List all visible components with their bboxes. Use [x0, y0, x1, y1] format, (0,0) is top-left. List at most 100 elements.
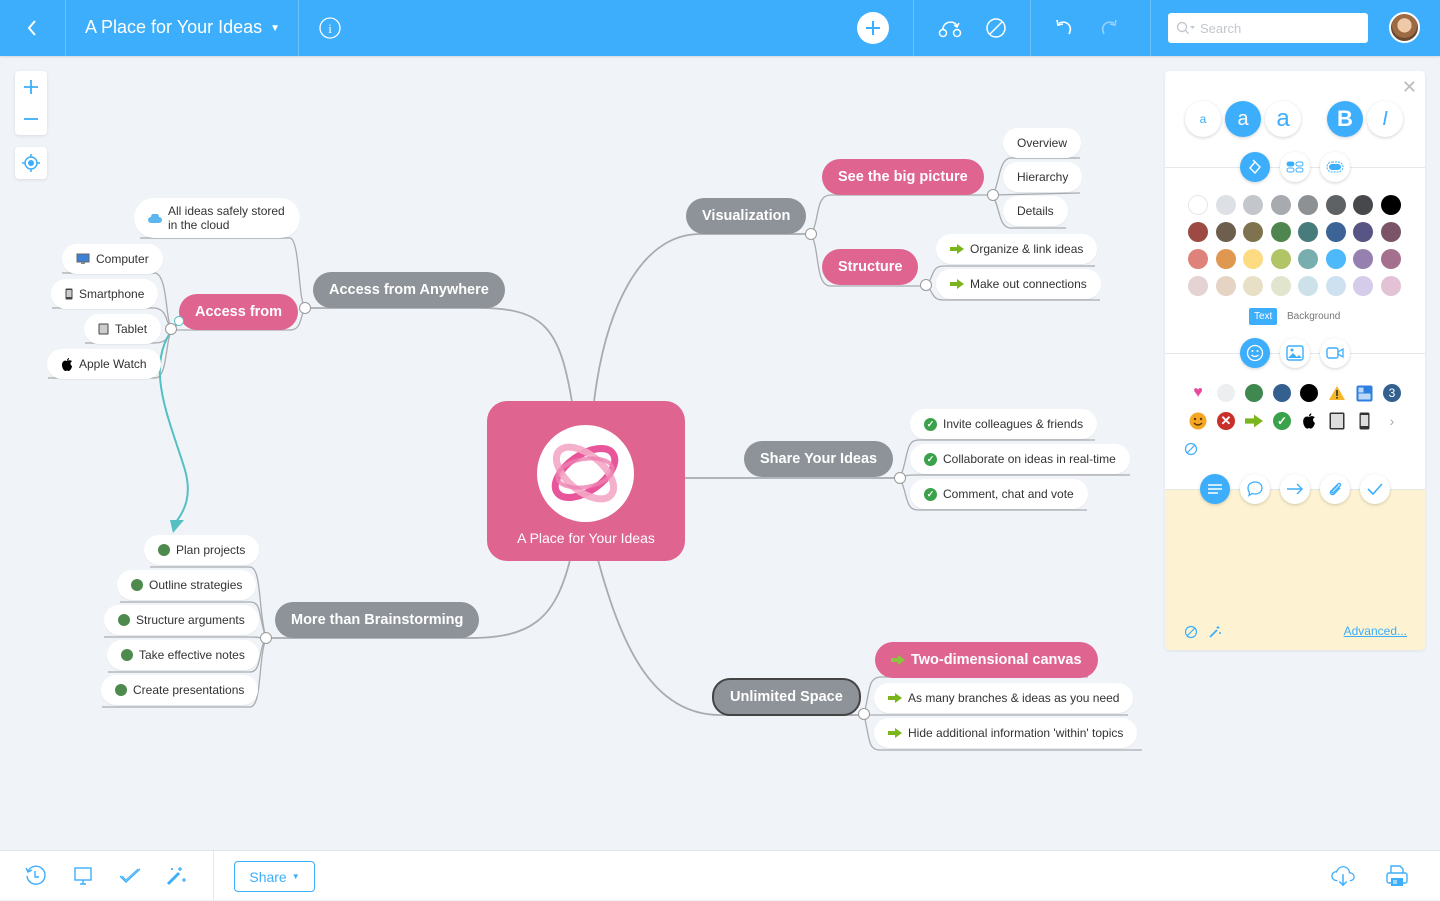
- red-x-icon[interactable]: ✕: [1216, 411, 1236, 431]
- map-title-dropdown[interactable]: A Place for Your Ideas ▼: [85, 17, 280, 38]
- warning-icon[interactable]: [1327, 383, 1347, 403]
- user-avatar[interactable]: [1389, 12, 1420, 43]
- color-swatch[interactable]: [1380, 222, 1401, 242]
- topic-structure-arguments[interactable]: Structure arguments: [104, 605, 259, 635]
- color-swatch[interactable]: [1188, 222, 1208, 242]
- chevron-right-icon[interactable]: ›: [1382, 411, 1402, 431]
- presentation-icon[interactable]: [71, 864, 95, 888]
- topic-take-notes[interactable]: Take effective notes: [107, 640, 259, 670]
- color-swatch[interactable]: [1298, 195, 1318, 215]
- undo-icon[interactable]: [1050, 14, 1078, 42]
- topic-overview[interactable]: Overview: [1003, 128, 1082, 158]
- topic-computer[interactable]: Computer: [62, 244, 163, 274]
- collapse-toggle[interactable]: [299, 302, 311, 314]
- color-swatch[interactable]: [1325, 195, 1346, 215]
- color-swatch[interactable]: [1188, 195, 1208, 215]
- collapse-toggle[interactable]: [894, 472, 906, 484]
- color-swatch[interactable]: [1325, 222, 1346, 242]
- task-button[interactable]: [1360, 474, 1390, 504]
- progress-icon[interactable]: [1354, 383, 1374, 403]
- topic-presentations[interactable]: Create presentations: [101, 675, 259, 705]
- font-size-medium-button[interactable]: a: [1225, 101, 1261, 137]
- topic-details[interactable]: Details: [1003, 196, 1068, 226]
- color-swatch[interactable]: [1188, 249, 1208, 269]
- italic-button[interactable]: I: [1367, 101, 1403, 137]
- color-swatch[interactable]: [1215, 249, 1236, 269]
- topic-smartphone[interactable]: Smartphone: [51, 279, 159, 309]
- green-check-icon[interactable]: ✓: [1272, 411, 1292, 431]
- topic-share[interactable]: Share Your Ideas: [744, 441, 894, 477]
- paint-bucket-button[interactable]: [1240, 152, 1270, 182]
- tab-background-color[interactable]: Background: [1287, 311, 1340, 322]
- layout-button[interactable]: [1280, 152, 1310, 182]
- smiley-emoji-icon[interactable]: [1188, 411, 1208, 431]
- white-dot-icon[interactable]: [1216, 383, 1236, 403]
- topic-organize[interactable]: Organize & link ideas: [936, 234, 1098, 264]
- bold-button[interactable]: B: [1327, 101, 1363, 137]
- history-icon[interactable]: [23, 864, 47, 888]
- font-size-large-button[interactable]: a: [1265, 101, 1301, 137]
- topic-visualization[interactable]: Visualization: [686, 198, 807, 234]
- link-button[interactable]: [1280, 474, 1310, 504]
- color-swatch[interactable]: [1325, 276, 1346, 296]
- collapse-toggle[interactable]: [920, 279, 932, 291]
- topic-structure[interactable]: Structure: [822, 249, 919, 285]
- color-swatch[interactable]: [1270, 276, 1291, 296]
- font-size-small-button[interactable]: a: [1185, 101, 1221, 137]
- color-swatch[interactable]: [1298, 222, 1318, 242]
- color-swatch[interactable]: [1325, 249, 1346, 269]
- magic-wand-icon[interactable]: [164, 864, 188, 888]
- add-topic-button[interactable]: [857, 12, 889, 44]
- heart-icon[interactable]: ♥: [1188, 383, 1208, 403]
- green-dot-icon[interactable]: [1244, 383, 1264, 403]
- topic-tablet[interactable]: Tablet: [84, 314, 162, 344]
- color-swatch[interactable]: [1270, 222, 1291, 242]
- color-swatch[interactable]: [1243, 195, 1263, 215]
- tab-text-color[interactable]: Text: [1249, 308, 1278, 325]
- color-swatch[interactable]: [1270, 195, 1291, 215]
- center-map-button[interactable]: [15, 147, 47, 179]
- color-swatch[interactable]: [1380, 249, 1401, 269]
- color-swatch[interactable]: [1380, 276, 1401, 296]
- topic-access-from[interactable]: Access from: [179, 294, 299, 330]
- color-swatch[interactable]: [1188, 276, 1208, 296]
- attachment-button[interactable]: [1320, 474, 1350, 504]
- topic-apple-watch[interactable]: Apple Watch: [47, 349, 161, 379]
- print-icon[interactable]: [1385, 864, 1409, 888]
- topic-big-picture[interactable]: See the big picture: [822, 159, 984, 195]
- topic-collaborate[interactable]: ✓ Collaborate on ideas in real-time: [910, 444, 1130, 474]
- color-swatch[interactable]: [1298, 276, 1318, 296]
- redo-icon[interactable]: [1095, 14, 1123, 42]
- collapse-toggle[interactable]: [858, 708, 870, 720]
- comment-button[interactable]: [1240, 474, 1270, 504]
- connect-icon[interactable]: [936, 14, 964, 42]
- topic-comment[interactable]: ✓ Comment, chat and vote: [910, 479, 1088, 509]
- collapse-toggle[interactable]: [260, 632, 272, 644]
- color-swatch[interactable]: [1353, 195, 1373, 215]
- search-input[interactable]: [1200, 20, 1350, 36]
- color-swatch[interactable]: [1353, 249, 1373, 269]
- color-swatch[interactable]: [1215, 222, 1236, 242]
- green-arrow-icon[interactable]: [1244, 411, 1264, 431]
- topic-connections[interactable]: Make out connections: [936, 269, 1101, 299]
- notes-button[interactable]: [1200, 474, 1230, 504]
- download-cloud-icon[interactable]: [1331, 864, 1355, 888]
- central-topic[interactable]: A Place for Your Ideas: [487, 401, 685, 561]
- color-swatch[interactable]: [1353, 222, 1373, 242]
- advanced-link[interactable]: Advanced...: [1344, 624, 1407, 638]
- tasks-check-icon[interactable]: [118, 864, 142, 888]
- clear-style-icon[interactable]: [982, 14, 1010, 42]
- clear-notes-icon[interactable]: [1181, 622, 1201, 642]
- color-swatch[interactable]: [1243, 276, 1263, 296]
- black-dot-icon[interactable]: [1299, 383, 1319, 403]
- smartphone-icon[interactable]: [1354, 411, 1374, 431]
- number-3-icon[interactable]: 3: [1382, 383, 1402, 403]
- search-box[interactable]: [1168, 13, 1368, 43]
- blue-dot-icon[interactable]: [1272, 383, 1292, 403]
- zoom-in-button[interactable]: [15, 71, 47, 103]
- collapse-toggle[interactable]: [805, 228, 817, 240]
- zoom-out-button[interactable]: [15, 103, 47, 135]
- topic-hide-info[interactable]: Hide additional information 'within' top…: [874, 718, 1138, 748]
- image-button[interactable]: [1280, 338, 1310, 368]
- topic-invite[interactable]: ✓ Invite colleagues & friends: [910, 409, 1098, 439]
